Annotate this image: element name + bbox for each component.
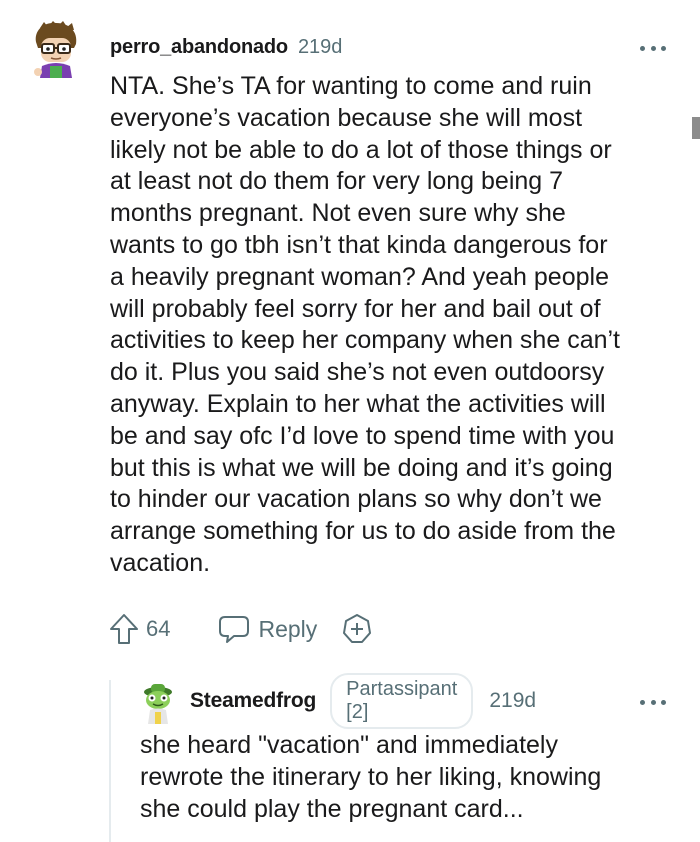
reply-more-options-ellipsis-icon[interactable] [640,692,666,712]
scrollbar-thumb[interactable] [692,117,700,139]
reply-button[interactable]: Reply [218,614,317,644]
dot [661,699,666,705]
dot [650,699,656,705]
reply-username[interactable]: Steamedfrog [190,689,316,713]
upvote-arrow-icon [110,614,138,644]
thread-line[interactable] [109,680,111,842]
reply-body: she heard "vacation" and immediately rew… [140,731,602,823]
more-options-ellipsis-icon[interactable] [640,38,666,58]
dot [640,699,645,705]
speech-bubble-icon [219,616,250,643]
reply-label: Reply [258,615,318,642]
user-avatar[interactable] [30,20,82,78]
comment-timestamp[interactable]: 219d [298,36,343,59]
award-plus-icon [343,614,372,643]
comment-body: NTA. She’s TA for wanting to come and ru… [110,72,620,577]
vote-count: 64 [146,616,171,641]
reply-timestamp[interactable]: 219d [489,689,536,713]
upvote-button[interactable]: 64 [108,612,170,646]
dot [650,45,656,51]
user-flair: Partassipant [2] [330,673,474,729]
comment-username[interactable]: perro_abandonado [110,36,288,59]
dot [640,45,645,51]
dot [661,45,666,51]
award-button[interactable] [341,613,373,645]
reply-avatar-frog-icon[interactable] [140,682,176,724]
reply-meta: Steamedfrog Partassipant [2] 219d [190,673,536,729]
comment-meta: perro_abandonado 219d [110,34,342,60]
comment-action-bar: 64 Reply [108,610,373,648]
